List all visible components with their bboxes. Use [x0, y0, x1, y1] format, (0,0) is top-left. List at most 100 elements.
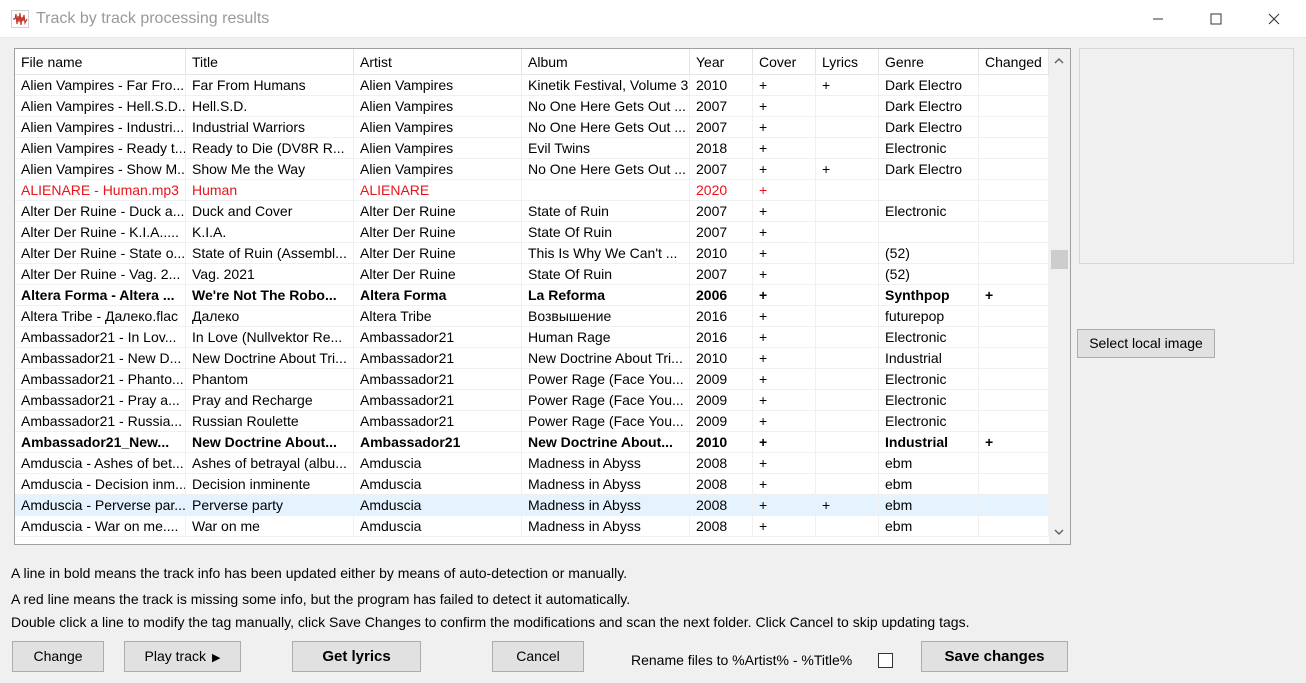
table-cell — [979, 96, 1049, 117]
table-cell: Amduscia - War on me.... — [15, 516, 186, 537]
table-cell: + — [753, 180, 816, 201]
table-row[interactable]: Ambassador21 - Russia... Russian Roulette… — [15, 411, 1049, 432]
table-cell: Alter Der Ruine — [354, 264, 522, 285]
table-cell: New Doctrine About Tri... — [522, 348, 690, 369]
table-cell: 2010 — [690, 243, 753, 264]
table-cell: In Love (Nullvektor Re... — [186, 327, 354, 348]
table-cell: + — [753, 516, 816, 537]
column-header-genre[interactable]: Genre — [879, 49, 979, 75]
table-row[interactable]: Ambassador21 - New D... New Doctrine Abou… — [15, 348, 1049, 369]
table-cell — [816, 117, 879, 138]
column-header-file-name[interactable]: File name — [15, 49, 186, 75]
tracks-table[interactable]: File name Title Artist Album Year Cover … — [14, 48, 1071, 545]
table-cell: Altera Tribe - Далеко.flac — [15, 306, 186, 327]
column-header-year[interactable]: Year — [690, 49, 753, 75]
table-row[interactable]: Amduscia - War on me.... War on me Amdusci… — [15, 516, 1049, 537]
column-header-cover[interactable]: Cover — [753, 49, 816, 75]
vertical-scrollbar[interactable] — [1049, 49, 1070, 544]
table-row[interactable]: Alien Vampires - Hell.S.D... Hell.S.D. Ali… — [15, 96, 1049, 117]
table-cell: + — [816, 159, 879, 180]
table-cell — [979, 264, 1049, 285]
table-cell — [979, 516, 1049, 537]
table-row[interactable]: Ambassador21 - In Lov... In Love (Nullvek… — [15, 327, 1049, 348]
close-button[interactable] — [1246, 0, 1304, 38]
table-row[interactable]: Ambassador21 - Pray a... Pray and Recharg… — [15, 390, 1049, 411]
change-button[interactable]: Change — [12, 641, 104, 672]
minimize-button[interactable] — [1130, 0, 1188, 38]
table-cell: 2007 — [690, 96, 753, 117]
table-cell: 2010 — [690, 75, 753, 96]
table-cell — [816, 285, 879, 306]
table-cell: Ambassador21_New... — [15, 432, 186, 453]
table-row[interactable]: Alter Der Ruine - Vag. 2... Vag. 2021 Alte… — [15, 264, 1049, 285]
table-cell: Ready to Die (DV8R R... — [186, 138, 354, 159]
table-cell: Ambassador21 — [354, 348, 522, 369]
table-cell: + — [753, 285, 816, 306]
table-row[interactable]: ALIENARE - Human.mp3 Human ALIENARE 2020 + — [15, 180, 1049, 201]
scroll-up-icon[interactable] — [1054, 57, 1064, 65]
table-row[interactable]: Amduscia - Ashes of bet... Ashes of betra… — [15, 453, 1049, 474]
table-cell: Amduscia - Ashes of bet... — [15, 453, 186, 474]
table-cell: State Of Ruin — [522, 222, 690, 243]
table-cell: Kinetik Festival, Volume 3 — [522, 75, 690, 96]
table-cell — [979, 75, 1049, 96]
save-changes-button[interactable]: Save changes — [921, 641, 1068, 672]
rename-files-checkbox[interactable] — [878, 653, 893, 668]
table-cell: Decision inminente — [186, 474, 354, 495]
table-cell — [979, 369, 1049, 390]
table-cell: Power Rage (Face You... — [522, 390, 690, 411]
table-row[interactable]: Amduscia - Perverse par... Perverse party… — [15, 495, 1049, 516]
table-cell: Electronic — [879, 201, 979, 222]
table-cell: Alter Der Ruine - Vag. 2... — [15, 264, 186, 285]
table-cell: Ambassador21 - Pray a... — [15, 390, 186, 411]
table-cell — [816, 201, 879, 222]
table-cell: Altera Forma — [354, 285, 522, 306]
table-row[interactable]: Ambassador21 - Phanto... Phantom Ambassado… — [15, 369, 1049, 390]
table-cell: Возвышение — [522, 306, 690, 327]
table-cell: + — [753, 474, 816, 495]
minimize-icon — [1153, 18, 1163, 20]
play-track-button[interactable]: Play track ▶ — [124, 641, 241, 672]
table-cell: + — [753, 306, 816, 327]
table-row[interactable]: Altera Forma - Altera ... We're Not The R… — [15, 285, 1049, 306]
column-header-title[interactable]: Title — [186, 49, 354, 75]
scrollbar-thumb[interactable] — [1051, 250, 1068, 269]
table-row[interactable]: Altera Tribe - Далеко.flac Далеко Altera T… — [15, 306, 1049, 327]
table-row[interactable]: Alien Vampires - Ready t... Ready to Die … — [15, 138, 1049, 159]
table-cell: Power Rage (Face You... — [522, 369, 690, 390]
table-row[interactable]: Alien Vampires - Industri... Industrial W… — [15, 117, 1049, 138]
table-cell — [816, 306, 879, 327]
table-cell: + — [816, 495, 879, 516]
table-cell: No One Here Gets Out ... — [522, 96, 690, 117]
red-line-note: A red line means the track is missing so… — [11, 591, 631, 607]
table-row[interactable]: Ambassador21_New... New Doctrine About...… — [15, 432, 1049, 453]
table-row[interactable]: Alien Vampires - Show M... Show Me the Wa… — [15, 159, 1049, 180]
table-cell: Alien Vampires - Show M... — [15, 159, 186, 180]
get-lyrics-button[interactable]: Get lyrics — [292, 641, 421, 672]
table-cell: + — [753, 243, 816, 264]
cancel-button[interactable]: Cancel — [492, 641, 584, 672]
table-cell: Alter Der Ruine — [354, 222, 522, 243]
table-row[interactable]: Alien Vampires - Far Fro... Far From Huma… — [15, 75, 1049, 96]
scroll-down-icon[interactable] — [1054, 528, 1064, 536]
table-cell: Amduscia — [354, 453, 522, 474]
table-row[interactable]: Alter Der Ruine - State o... State of Rui… — [15, 243, 1049, 264]
column-header-lyrics[interactable]: Lyrics — [816, 49, 879, 75]
table-cell: Far From Humans — [186, 75, 354, 96]
table-row[interactable]: Amduscia - Decision inm... Decision inmin… — [15, 474, 1049, 495]
table-cell — [816, 432, 879, 453]
table-row[interactable]: Alter Der Ruine - Duck a... Duck and Cove… — [15, 201, 1049, 222]
table-cell: 2006 — [690, 285, 753, 306]
column-header-changed[interactable]: Changed — [979, 49, 1049, 75]
table-cell: Power Rage (Face You... — [522, 411, 690, 432]
table-cell: Ashes of betrayal (albu... — [186, 453, 354, 474]
maximize-button[interactable] — [1188, 0, 1246, 38]
column-header-artist[interactable]: Artist — [354, 49, 522, 75]
column-header-album[interactable]: Album — [522, 49, 690, 75]
table-cell: 2008 — [690, 474, 753, 495]
table-cell: Amduscia — [354, 474, 522, 495]
table-cell: Madness in Abyss — [522, 474, 690, 495]
table-row[interactable]: Alter Der Ruine - K.I.A..... K.I.A. Alter … — [15, 222, 1049, 243]
table-cell: 2007 — [690, 159, 753, 180]
select-local-image-button[interactable]: Select local image — [1077, 329, 1215, 358]
